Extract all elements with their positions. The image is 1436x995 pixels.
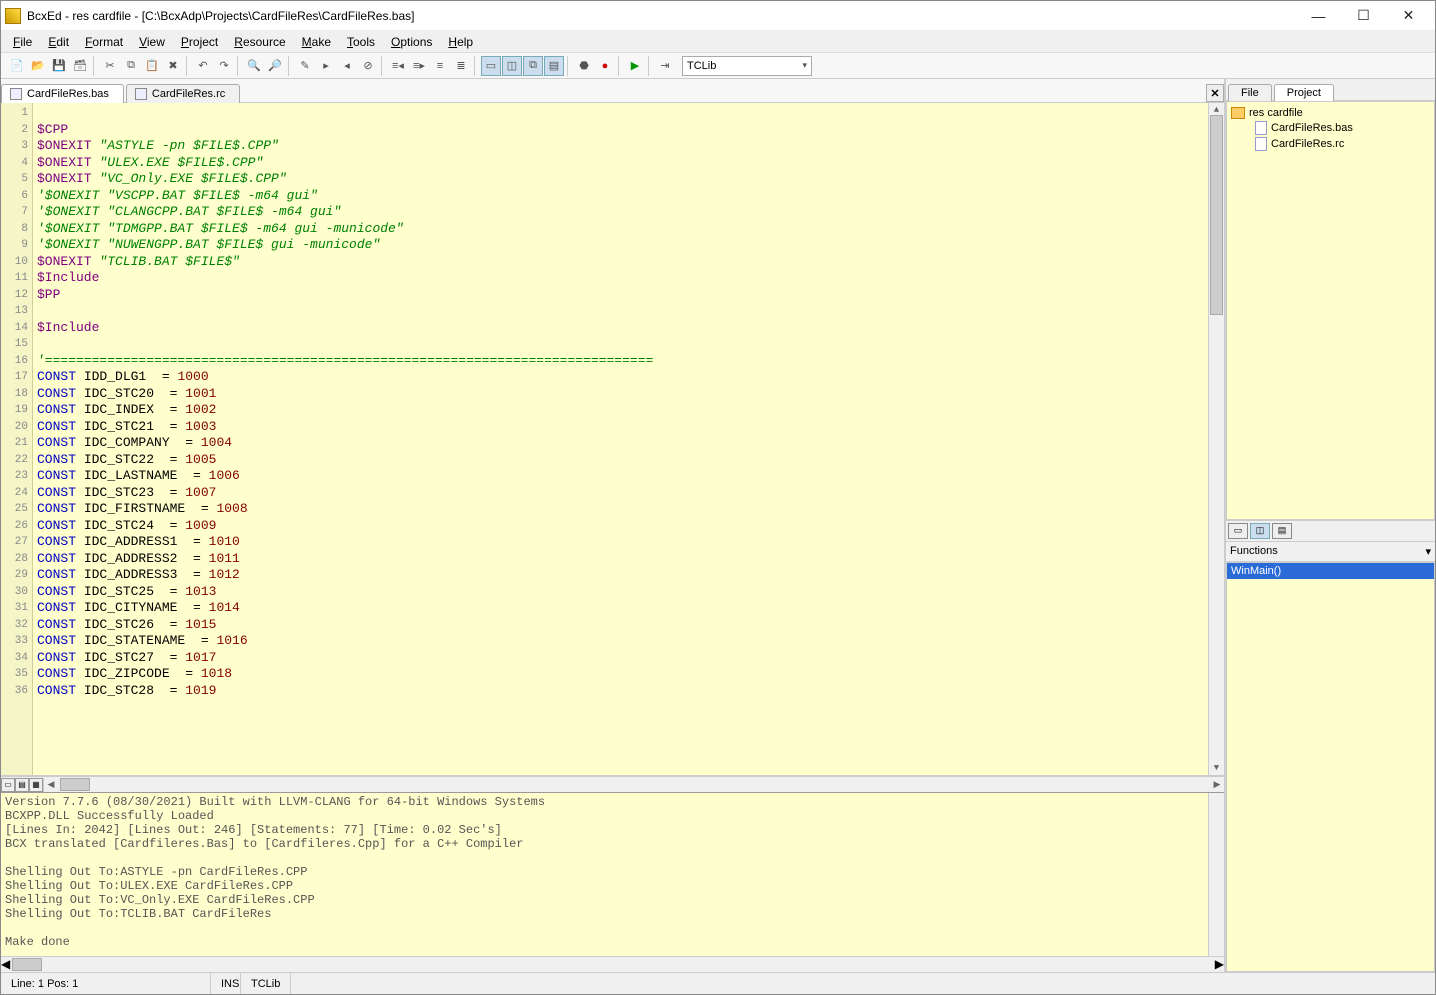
paste-icon[interactable]: 📋	[142, 56, 162, 76]
tree-file[interactable]: CardFileRes.bas	[1231, 120, 1430, 136]
status-lib: TCLib	[241, 973, 291, 994]
out-hscroll-right[interactable]: ▶	[1215, 957, 1224, 972]
panel1-icon[interactable]: ▭	[481, 56, 501, 76]
menu-options[interactable]: Options	[383, 33, 440, 51]
open-file-icon[interactable]: 📂	[28, 56, 48, 76]
menu-file[interactable]: File	[5, 33, 40, 51]
breakpoint-icon[interactable]: ⬣	[574, 56, 594, 76]
tree-file[interactable]: CardFileRes.rc	[1231, 136, 1430, 152]
bookmark-next-icon[interactable]: ▸	[316, 56, 336, 76]
minimize-button[interactable]: —	[1296, 2, 1341, 30]
panel4-icon[interactable]: ▤	[544, 56, 564, 76]
editor-vscrollbar[interactable]: ▲ ▼	[1208, 103, 1224, 775]
out-hscroll-left[interactable]: ◀	[1, 957, 10, 972]
functions-header[interactable]: Functions▾	[1226, 542, 1435, 562]
comment-icon[interactable]: ≡	[430, 56, 450, 76]
find-icon[interactable]: 🔍	[244, 56, 264, 76]
menu-edit[interactable]: Edit	[40, 33, 77, 51]
new-file-icon[interactable]: 📄	[7, 56, 27, 76]
view-toggle-3[interactable]: ▦	[29, 778, 43, 792]
midtab-1[interactable]: ▭	[1228, 523, 1248, 539]
bookmark-prev-icon[interactable]: ◂	[337, 56, 357, 76]
outdent-icon[interactable]: ≡◂	[388, 56, 408, 76]
file-icon	[135, 88, 147, 100]
hscroll-left-icon[interactable]: ◀	[44, 779, 58, 790]
hscroll-right-icon[interactable]: ▶	[1210, 779, 1224, 790]
editor-tab[interactable]: CardFileRes.bas	[1, 84, 124, 103]
uncomment-icon[interactable]: ≣	[451, 56, 471, 76]
bookmark-toggle-icon[interactable]: ✎	[295, 56, 315, 76]
indent-icon[interactable]: ≡▸	[409, 56, 429, 76]
bookmark-clear-icon[interactable]: ⊘	[358, 56, 378, 76]
compiler-dropdown[interactable]: TCLib	[682, 56, 812, 76]
output-pane: Version 7.7.6 (08/30/2021) Built with LL…	[1, 792, 1224, 972]
menu-project[interactable]: Project	[173, 33, 226, 51]
menu-view[interactable]: View	[131, 33, 173, 51]
delete-icon[interactable]: ✖	[163, 56, 183, 76]
output-text[interactable]: Version 7.7.6 (08/30/2021) Built with LL…	[1, 793, 1208, 956]
right-tab-file[interactable]: File	[1228, 84, 1272, 101]
save-all-icon[interactable]: 🗃	[70, 56, 90, 76]
editor-tab[interactable]: CardFileRes.rc	[126, 84, 240, 103]
code-editor[interactable]: 1234567891011121314151617181920212223242…	[1, 103, 1224, 776]
panel3-icon[interactable]: ⧉	[523, 56, 543, 76]
function-item[interactable]: WinMain()	[1227, 563, 1434, 579]
menu-help[interactable]: Help	[440, 33, 481, 51]
status-position: Line: 1 Pos: 1	[1, 973, 211, 994]
menu-make[interactable]: Make	[294, 33, 339, 51]
editor-hscrollbar[interactable]	[58, 777, 1210, 792]
folder-icon	[1231, 107, 1245, 119]
file-icon	[1255, 121, 1267, 135]
editor-tabbar: CardFileRes.basCardFileRes.rc ✕	[1, 79, 1224, 103]
code-content[interactable]: $CPP$ONEXIT "ASTYLE -pn $FILE$.CPP"$ONEX…	[33, 103, 1208, 775]
tab-close-button[interactable]: ✕	[1206, 84, 1224, 102]
toolbar: 📄 📂 💾 🗃 ✂ ⧉ 📋 ✖ ↶ ↷ 🔍 🔎 ✎ ▸ ◂ ⊘ ≡◂ ≡▸ ≡ …	[1, 53, 1435, 79]
output-hscrollbar[interactable]: ◀ ▶	[1, 956, 1224, 972]
status-mode: INS	[211, 973, 241, 994]
right-tabbar: FileProject	[1226, 79, 1435, 101]
close-button[interactable]: ✕	[1386, 2, 1431, 30]
file-icon	[1255, 137, 1267, 151]
line-gutter: 1234567891011121314151617181920212223242…	[1, 103, 33, 775]
window: BcxEd - res cardfile - [C:\BcxAdp\Projec…	[0, 0, 1436, 995]
undo-icon[interactable]: ↶	[193, 56, 213, 76]
tree-root-label: res cardfile	[1249, 107, 1303, 119]
midtab-3[interactable]: ▤	[1272, 523, 1292, 539]
maximize-button[interactable]: ☐	[1341, 2, 1386, 30]
tree-root[interactable]: res cardfile	[1231, 106, 1430, 120]
menu-format[interactable]: Format	[77, 33, 131, 51]
statusbar: Line: 1 Pos: 1 INS TCLib	[1, 972, 1435, 994]
menubar: FileEditFormatViewProjectResourceMakeToo…	[1, 31, 1435, 53]
file-icon	[10, 88, 22, 100]
scroll-thumb[interactable]	[1210, 115, 1223, 315]
functions-list[interactable]: WinMain()	[1226, 562, 1435, 973]
menu-tools[interactable]: Tools	[339, 33, 383, 51]
right-tab-project[interactable]: Project	[1274, 84, 1334, 101]
run-icon[interactable]: ▶	[625, 56, 645, 76]
build-icon[interactable]: ⇥	[655, 56, 675, 76]
app-icon	[5, 8, 21, 24]
view-toggle-2[interactable]: ▤	[15, 778, 29, 792]
project-tree[interactable]: res cardfile CardFileRes.basCardFileRes.…	[1226, 101, 1435, 520]
panel2-icon[interactable]: ◫	[502, 56, 522, 76]
right-mid-tabs: ▭ ◫ ▤	[1226, 520, 1435, 542]
view-toggle-1[interactable]: ▭	[1, 778, 15, 792]
titlebar: BcxEd - res cardfile - [C:\BcxAdp\Projec…	[1, 1, 1435, 31]
editor-bottom-strip: ▭ ▤ ▦ ◀ ▶	[1, 776, 1224, 792]
stop-icon[interactable]: ●	[595, 56, 615, 76]
output-vscrollbar[interactable]	[1208, 793, 1224, 956]
scroll-down-icon[interactable]: ▼	[1209, 761, 1224, 775]
menu-resource[interactable]: Resource	[226, 33, 293, 51]
copy-icon[interactable]: ⧉	[121, 56, 141, 76]
redo-icon[interactable]: ↷	[214, 56, 234, 76]
window-title: BcxEd - res cardfile - [C:\BcxAdp\Projec…	[27, 9, 1296, 23]
cut-icon[interactable]: ✂	[100, 56, 120, 76]
find-replace-icon[interactable]: 🔎	[265, 56, 285, 76]
save-icon[interactable]: 💾	[49, 56, 69, 76]
midtab-2[interactable]: ◫	[1250, 523, 1270, 539]
